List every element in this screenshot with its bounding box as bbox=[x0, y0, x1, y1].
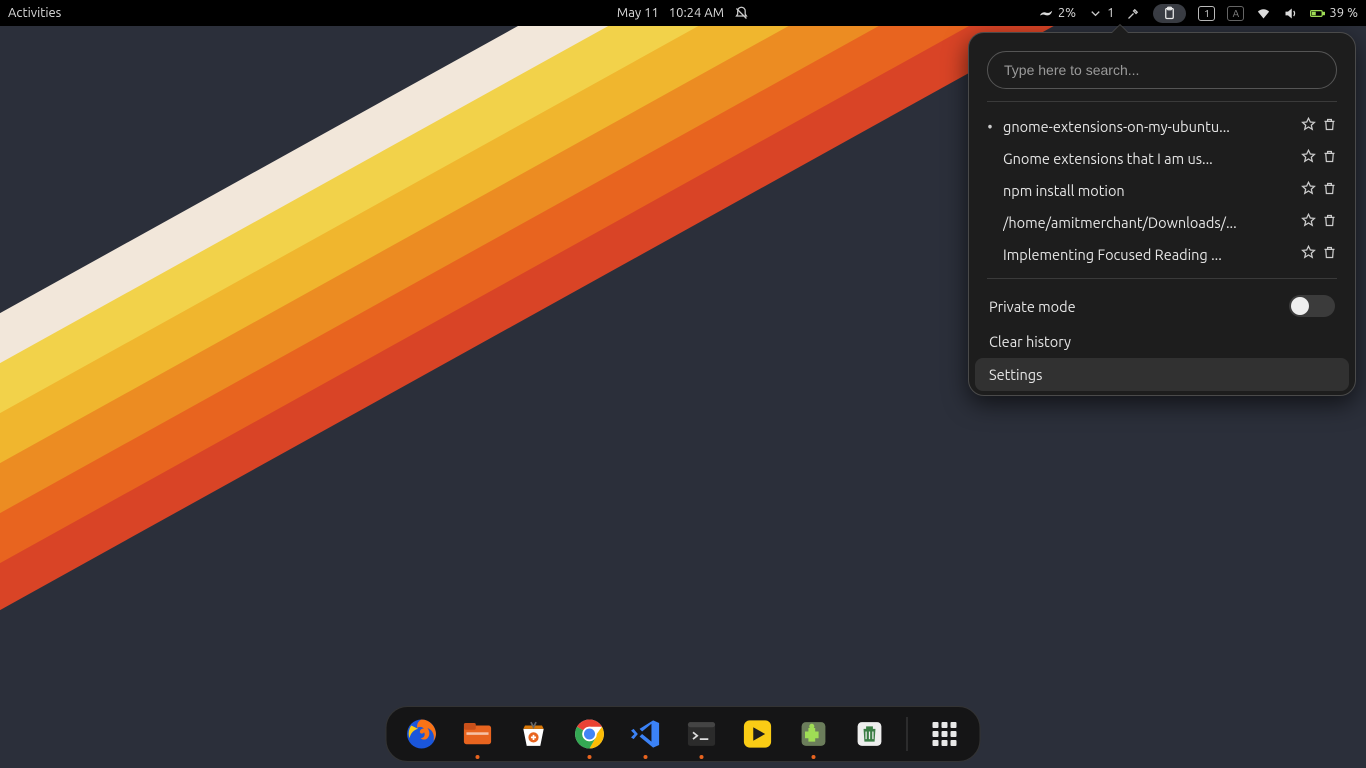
battery-icon bbox=[1310, 6, 1325, 21]
clipboard-item[interactable]: Implementing Focused Reading ... bbox=[975, 238, 1349, 270]
show-apps-button[interactable] bbox=[926, 715, 964, 753]
dock-app-firefox[interactable] bbox=[403, 715, 441, 753]
dock-app-media[interactable] bbox=[739, 715, 777, 753]
clipboard-item[interactable]: /home/amitmerchant/Downloads/... bbox=[975, 206, 1349, 238]
files-icon bbox=[461, 717, 495, 751]
vscode-icon bbox=[629, 717, 663, 751]
separator bbox=[987, 278, 1337, 279]
workspace-number: 1 bbox=[1204, 8, 1210, 19]
clipboard-search bbox=[987, 51, 1337, 89]
dock-app-trash[interactable] bbox=[851, 715, 889, 753]
runcat-icon bbox=[1039, 6, 1054, 21]
clipboard-item[interactable]: Gnome extensions that I am us... bbox=[975, 142, 1349, 174]
clipboard-item-text: npm install motion bbox=[1003, 182, 1293, 199]
trash-icon[interactable] bbox=[1322, 213, 1337, 231]
dock-divider bbox=[907, 717, 908, 751]
terminal-icon bbox=[685, 717, 719, 751]
dock bbox=[386, 706, 981, 762]
star-icon[interactable] bbox=[1301, 213, 1316, 231]
battery-percent: 39 % bbox=[1329, 6, 1358, 20]
eyedropper-icon[interactable] bbox=[1126, 6, 1141, 21]
software-icon bbox=[517, 717, 551, 751]
separator bbox=[987, 101, 1337, 102]
cpu-percent: 2% bbox=[1058, 6, 1076, 20]
media-icon bbox=[741, 717, 775, 751]
top-panel: Activities May 11 10:24 AM 2% 1 bbox=[0, 0, 1366, 26]
current-item-bullet: • bbox=[985, 118, 995, 135]
trash-icon[interactable] bbox=[1322, 117, 1337, 135]
clear-history-row[interactable]: Clear history bbox=[975, 325, 1349, 358]
settings-row[interactable]: Settings bbox=[975, 358, 1349, 391]
private-mode-toggle[interactable] bbox=[1289, 295, 1335, 317]
clear-history-label: Clear history bbox=[989, 333, 1071, 350]
battery-indicator[interactable]: 39 % bbox=[1310, 6, 1358, 21]
clipboard-item[interactable]: • gnome-extensions-on-my-ubuntu... bbox=[975, 110, 1349, 142]
clock-area[interactable]: May 11 10:24 AM bbox=[617, 6, 749, 21]
extensions-icon bbox=[797, 717, 831, 751]
search-input[interactable] bbox=[987, 51, 1337, 89]
bell-mute-icon bbox=[734, 6, 749, 21]
trash-icon bbox=[853, 717, 887, 751]
trash-icon[interactable] bbox=[1322, 181, 1337, 199]
runcat-indicator[interactable]: 2% bbox=[1039, 6, 1076, 21]
wifi-icon[interactable] bbox=[1256, 6, 1271, 21]
star-icon[interactable] bbox=[1301, 117, 1316, 135]
updates-count: 1 bbox=[1107, 6, 1114, 20]
private-mode-row[interactable]: Private mode bbox=[975, 287, 1349, 325]
star-icon[interactable] bbox=[1301, 149, 1316, 167]
clipboard-item-text: /home/amitmerchant/Downloads/... bbox=[1003, 214, 1293, 231]
updates-indicator[interactable]: 1 bbox=[1088, 6, 1114, 21]
download-icon bbox=[1088, 6, 1103, 21]
time-label: 10:24 AM bbox=[669, 6, 724, 20]
settings-label: Settings bbox=[989, 366, 1042, 383]
keyboard-layout-indicator[interactable]: A bbox=[1227, 6, 1244, 21]
trash-icon[interactable] bbox=[1322, 245, 1337, 263]
volume-icon[interactable] bbox=[1283, 6, 1298, 21]
private-mode-label: Private mode bbox=[989, 298, 1076, 315]
chrome-icon bbox=[573, 717, 607, 751]
dock-app-terminal[interactable] bbox=[683, 715, 721, 753]
firefox-icon bbox=[405, 717, 439, 751]
keyboard-layout-label: A bbox=[1233, 8, 1240, 19]
star-icon[interactable] bbox=[1301, 245, 1316, 263]
clipboard-menu: Private mode Clear history Settings bbox=[969, 287, 1355, 391]
dock-app-software[interactable] bbox=[515, 715, 553, 753]
popup-arrow bbox=[1111, 24, 1129, 33]
dock-app-extensions[interactable] bbox=[795, 715, 833, 753]
clipboard-item[interactable]: npm install motion bbox=[975, 174, 1349, 206]
dock-app-vscode[interactable] bbox=[627, 715, 665, 753]
clipboard-items-list: • gnome-extensions-on-my-ubuntu... Gnome e… bbox=[969, 110, 1355, 270]
clipboard-item-text: Implementing Focused Reading ... bbox=[1003, 246, 1293, 263]
clipboard-icon bbox=[1162, 6, 1177, 21]
star-icon[interactable] bbox=[1301, 181, 1316, 199]
dock-app-files[interactable] bbox=[459, 715, 497, 753]
workspace-indicator[interactable]: 1 bbox=[1198, 6, 1215, 21]
activities-button[interactable]: Activities bbox=[8, 6, 61, 20]
clipboard-item-text: Gnome extensions that I am us... bbox=[1003, 150, 1293, 167]
clipboard-item-text: gnome-extensions-on-my-ubuntu... bbox=[1003, 118, 1293, 135]
clipboard-indicator[interactable] bbox=[1153, 4, 1186, 23]
date-label: May 11 bbox=[617, 6, 659, 20]
apps-grid-icon bbox=[933, 722, 957, 746]
clipboard-popup: • gnome-extensions-on-my-ubuntu... Gnome e… bbox=[968, 32, 1356, 396]
dock-app-chrome[interactable] bbox=[571, 715, 609, 753]
trash-icon[interactable] bbox=[1322, 149, 1337, 167]
